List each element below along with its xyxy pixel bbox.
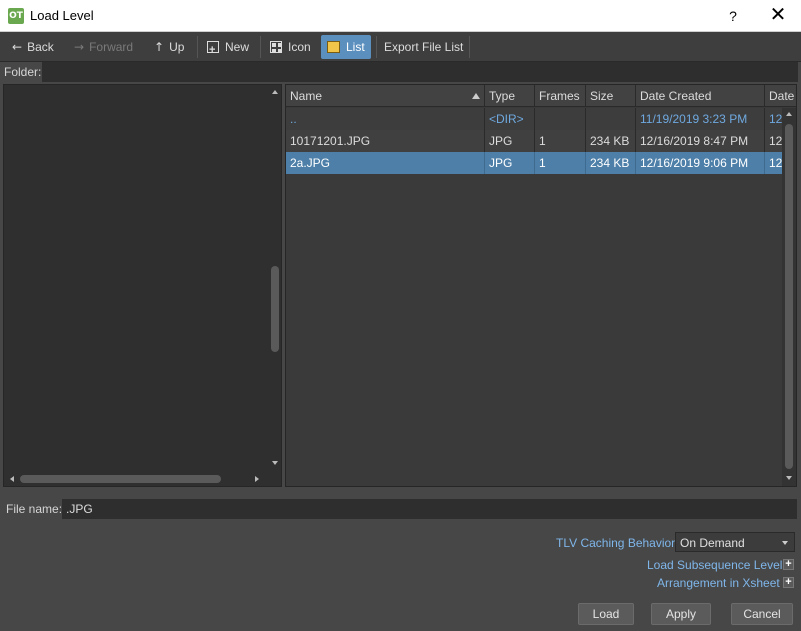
- tree-scroll-thumb[interactable]: [271, 266, 279, 352]
- apply-button[interactable]: Apply: [651, 603, 711, 625]
- tlv-caching-dropdown[interactable]: On Demand: [675, 532, 795, 552]
- chevron-down-icon: [782, 541, 788, 545]
- folder-label: Folder:: [4, 65, 42, 79]
- scroll-up-icon[interactable]: [786, 112, 792, 116]
- up-button[interactable]: ↑ Up: [154, 35, 184, 59]
- list-label: List: [346, 40, 365, 54]
- column-name-label: Name: [290, 89, 323, 103]
- file-list-header: Name Type Frames Size Date Created Date: [286, 85, 796, 107]
- list-view-icon: [327, 41, 340, 53]
- forward-label: Forward: [89, 40, 134, 54]
- row-size: 234 KB: [586, 152, 636, 174]
- window-title: Load Level: [30, 8, 94, 23]
- row-date: 12: [769, 112, 782, 126]
- scroll-down-icon[interactable]: [272, 461, 278, 465]
- scroll-left-icon[interactable]: [10, 476, 14, 482]
- arrow-up-icon: ↑: [154, 40, 165, 54]
- folder-path-field[interactable]: [42, 62, 798, 82]
- new-folder-icon: [207, 38, 219, 62]
- load-subsequence-level-label[interactable]: Load Subsequence Level: [647, 558, 782, 572]
- tlv-caching-label: TLV Caching Behavior: [556, 536, 676, 550]
- table-row[interactable]: .. <DIR> 11/19/2019 3:23 PM 12: [286, 108, 782, 130]
- close-button[interactable]: ✕: [758, 0, 798, 32]
- row-date: 12: [769, 134, 782, 148]
- row-date: 12: [769, 156, 782, 170]
- file-list-vertical-scrollbar[interactable]: [782, 108, 796, 486]
- row-frames: [535, 108, 586, 130]
- row-date-created: 12/16/2019 8:47 PM: [636, 130, 765, 152]
- toolbar-divider: [469, 36, 470, 58]
- list-view-button[interactable]: List: [321, 35, 371, 59]
- new-label: New: [225, 40, 250, 54]
- row-type: <DIR>: [485, 108, 535, 130]
- column-header-type[interactable]: Type: [485, 85, 535, 107]
- export-file-list-button[interactable]: Export File List: [384, 35, 463, 59]
- scroll-down-icon[interactable]: [786, 476, 792, 480]
- file-list-scroll-thumb[interactable]: [785, 124, 793, 469]
- back-button[interactable]: ← Back: [12, 35, 54, 59]
- row-name: ..: [286, 108, 485, 130]
- row-frames: 1: [535, 152, 586, 174]
- scroll-right-icon[interactable]: [255, 476, 259, 482]
- arrangement-in-xsheet-label[interactable]: Arrangement in Xsheet: [657, 576, 780, 590]
- row-size: [586, 108, 636, 130]
- arrow-right-icon: →: [74, 40, 85, 54]
- column-header-size[interactable]: Size: [586, 85, 636, 107]
- toolbar-divider: [197, 36, 198, 58]
- up-label: Up: [169, 40, 185, 54]
- cancel-button[interactable]: Cancel: [731, 603, 793, 625]
- load-button[interactable]: Load: [578, 603, 634, 625]
- load-subsequence-expand-button[interactable]: +: [783, 559, 794, 570]
- row-name: 2a.JPG: [286, 152, 485, 174]
- column-header-name[interactable]: Name: [286, 85, 485, 107]
- icon-label: Icon: [288, 40, 311, 54]
- row-type: JPG: [485, 130, 535, 152]
- row-date-created: 11/19/2019 3:23 PM: [636, 108, 765, 130]
- title-bar: OT Load Level ? ✕: [0, 0, 801, 32]
- help-button[interactable]: ?: [716, 0, 750, 32]
- table-row[interactable]: 10171201.JPG JPG 1 234 KB 12/16/2019 8:4…: [286, 130, 782, 152]
- folder-tree-pane[interactable]: [3, 84, 282, 487]
- row-date-created: 12/16/2019 9:06 PM: [636, 152, 765, 174]
- tree-vertical-scrollbar[interactable]: [268, 85, 281, 471]
- grid-view-icon: [270, 41, 282, 53]
- column-header-frames[interactable]: Frames: [535, 85, 586, 107]
- tlv-caching-value: On Demand: [680, 536, 745, 550]
- row-frames: 1: [535, 130, 586, 152]
- file-name-label: File name:: [6, 502, 63, 516]
- new-folder-button[interactable]: New: [207, 35, 250, 62]
- back-label: Back: [27, 40, 54, 54]
- row-name: 10171201.JPG: [286, 130, 485, 152]
- arrangement-expand-button[interactable]: +: [783, 577, 794, 588]
- file-name-input[interactable]: [62, 499, 797, 519]
- app-logo-icon: OT: [8, 8, 24, 24]
- row-size: 234 KB: [586, 130, 636, 152]
- toolbar-divider: [376, 36, 377, 58]
- forward-button[interactable]: → Forward: [74, 35, 133, 59]
- column-header-date-created[interactable]: Date Created: [636, 85, 765, 107]
- table-row-selected[interactable]: 2a.JPG JPG 1 234 KB 12/16/2019 9:06 PM 1…: [286, 152, 782, 174]
- tree-hscroll-thumb[interactable]: [20, 475, 221, 483]
- tree-horizontal-scrollbar[interactable]: [4, 471, 268, 486]
- sort-ascending-icon: [472, 93, 480, 99]
- arrow-left-icon: ←: [12, 40, 23, 54]
- file-list-pane[interactable]: Name Type Frames Size Date Created Date …: [285, 84, 797, 487]
- column-header-date[interactable]: Date: [765, 85, 796, 107]
- row-type: JPG: [485, 152, 535, 174]
- scroll-up-icon[interactable]: [272, 90, 278, 94]
- toolbar: ← Back → Forward ↑ Up New Icon List Export …: [0, 32, 801, 62]
- icon-view-button[interactable]: Icon: [270, 35, 311, 59]
- toolbar-divider: [260, 36, 261, 58]
